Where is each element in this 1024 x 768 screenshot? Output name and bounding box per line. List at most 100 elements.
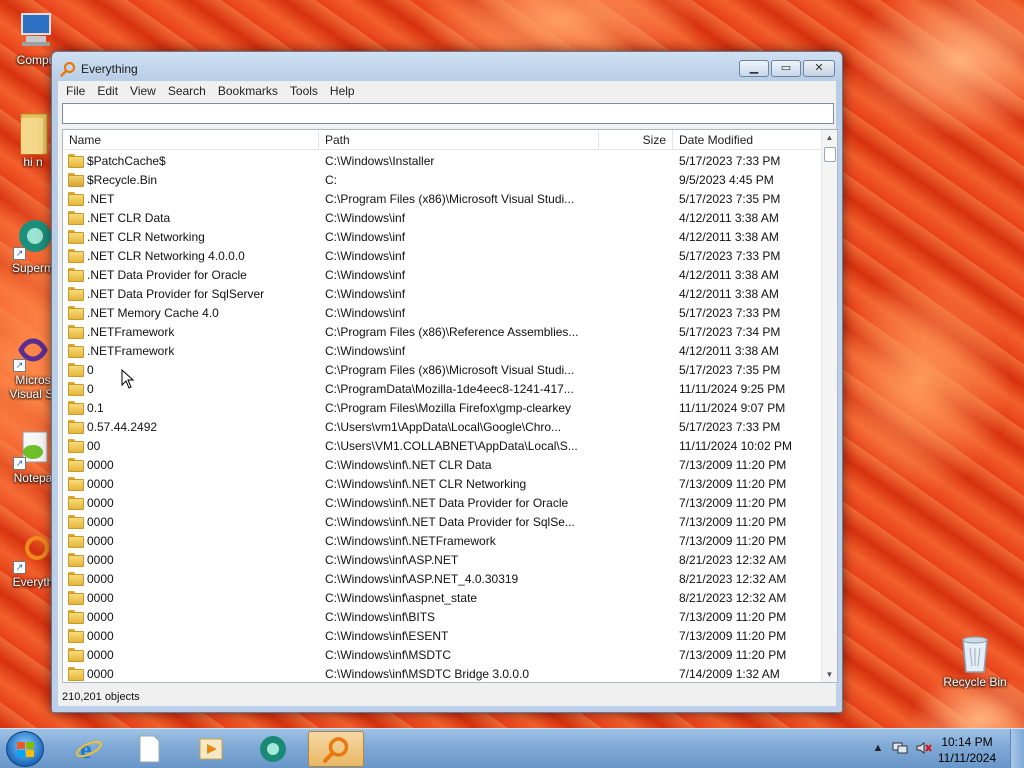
scroll-up-icon[interactable]: ▲: [822, 130, 837, 145]
menu-help[interactable]: Help: [324, 81, 361, 101]
column-header-name[interactable]: Name: [63, 130, 319, 150]
table-row[interactable]: .NET CLR Networking C:\Windows\inf 4/12/20…: [63, 227, 823, 246]
cell-date-modified: 4/12/2011 3:38 AM: [679, 267, 779, 282]
column-header-size[interactable]: Size: [599, 130, 673, 150]
clock-time: 10:14 PM: [941, 735, 993, 749]
file-name: .NETFramework: [87, 324, 175, 339]
cell-name: 0: [63, 363, 319, 377]
table-row[interactable]: 0000 C:\Windows\inf\aspnet_state 8/21/2023…: [63, 588, 823, 607]
vertical-scrollbar[interactable]: ▲ ▼: [821, 130, 837, 682]
table-row[interactable]: .NET Data Provider for SqlServer C:\Windo…: [63, 284, 823, 303]
desktop-icon-recycle-bin[interactable]: Recycle Bin: [940, 632, 1010, 689]
table-row[interactable]: 0 C:\Program Files (x86)\Microsoft Visual…: [63, 360, 823, 379]
show-desktop-button[interactable]: [1010, 729, 1024, 768]
cell-name: .NET: [63, 192, 319, 206]
menu-search[interactable]: Search: [162, 81, 212, 101]
desktop-icon-label: Recycle Bin: [943, 675, 1007, 689]
media-player-icon: [199, 738, 223, 760]
table-row[interactable]: $PatchCache$ C:\Windows\Installer 5/17/202…: [63, 151, 823, 170]
cell-path: C:\Windows\inf\aspnet_state: [325, 590, 478, 605]
cell-path: C:\Users\VM1.COLLABNET\AppData\Local\S..…: [325, 438, 578, 453]
file-name: .NET Data Provider for SqlServer: [87, 286, 265, 301]
table-row[interactable]: .NET Memory Cache 4.0 C:\Windows\inf 5/17/…: [63, 303, 823, 322]
table-row[interactable]: 0.57.44.2492 C:\Users\vm1\AppData\Local\G…: [63, 417, 823, 436]
cell-date-modified: 4/12/2011 3:38 AM: [679, 286, 779, 301]
scroll-thumb[interactable]: [824, 147, 836, 162]
cell-path: C:\Windows\inf\.NET Data Provider for Sq…: [325, 514, 575, 529]
folder-icon: [13, 112, 53, 155]
table-row[interactable]: 0000 C:\Windows\inf\.NET CLR Data 7/13/200…: [63, 455, 823, 474]
cell-path: C:\Windows\inf: [325, 229, 406, 244]
table-row[interactable]: .NETFramework C:\Windows\inf 4/12/2011 3:3…: [63, 341, 823, 360]
table-row[interactable]: 0000 C:\Windows\inf\MSDTC 7/13/2009 11:20 …: [63, 645, 823, 664]
close-button[interactable]: ✕: [803, 60, 835, 77]
table-row[interactable]: 0000 C:\Windows\inf\ESENT 7/13/2009 11:20 …: [63, 626, 823, 645]
shortcut-arrow-icon: ↗: [13, 561, 26, 574]
table-row[interactable]: .NET C:\Program Files (x86)\Microsoft Vis…: [63, 189, 823, 208]
maximize-button[interactable]: ▭: [771, 60, 801, 77]
taskbar-everything[interactable]: [308, 731, 364, 767]
cell-path: C:\Windows\inf: [325, 305, 406, 320]
table-row[interactable]: 0000 C:\Windows\inf\BITS 7/13/2009 11:20 P…: [63, 607, 823, 626]
show-hidden-icons-icon[interactable]: ▲: [870, 742, 886, 756]
table-row[interactable]: 0000 C:\Windows\inf\.NET Data Provider fo…: [63, 512, 823, 531]
cell-date-modified: 5/17/2023 7:33 PM: [679, 305, 781, 320]
menu-file[interactable]: File: [60, 81, 91, 101]
start-button[interactable]: [6, 731, 44, 767]
table-row[interactable]: .NET CLR Data C:\Windows\inf 4/12/2011 3:3…: [63, 208, 823, 227]
minimize-button[interactable]: ▁: [739, 60, 769, 77]
result-rows: $PatchCache$ C:\Windows\Installer 5/17/202…: [63, 151, 823, 682]
folder-icon: [67, 211, 84, 225]
network-icon[interactable]: [892, 741, 908, 755]
menu-edit[interactable]: Edit: [91, 81, 124, 101]
taskbar-internet-explorer[interactable]: e: [62, 731, 118, 767]
shortcut-arrow-icon: ↗: [13, 359, 26, 372]
cell-name: $PatchCache$: [63, 154, 319, 168]
table-row[interactable]: 0000 C:\Windows\inf\.NETFramework 7/13/200…: [63, 531, 823, 550]
table-row[interactable]: .NETFramework C:\Program Files (x86)\Refe…: [63, 322, 823, 341]
table-row[interactable]: .NET CLR Networking 4.0.0.0 C:\Windows\in…: [63, 246, 823, 265]
folder-icon: [67, 439, 84, 453]
cell-date-modified: 11/11/2024 9:07 PM: [679, 400, 786, 415]
table-row[interactable]: 00 C:\Users\VM1.COLLABNET\AppData\Local\S…: [63, 436, 823, 455]
column-header-path[interactable]: Path: [319, 130, 599, 150]
table-row[interactable]: 0.1 C:\Program Files\Mozilla Firefox\gmp-…: [63, 398, 823, 417]
cell-path: C:\Windows\inf: [325, 343, 406, 358]
menu-bookmarks[interactable]: Bookmarks: [212, 81, 284, 101]
title-bar[interactable]: Everything ▁ ▭ ✕: [52, 52, 842, 82]
cell-path: C:\Windows\inf\.NETFramework: [325, 533, 496, 548]
cell-path: C:\Windows\inf: [325, 210, 406, 225]
cell-path: C:\Windows\inf\.NET CLR Networking: [325, 476, 527, 491]
taskbar-media-player[interactable]: [184, 731, 240, 767]
column-header-date-modified[interactable]: Date Modified: [673, 130, 823, 150]
cell-date-modified: 11/11/2024 10:02 PM: [679, 438, 792, 453]
cell-name: 0.1: [63, 401, 319, 415]
table-row[interactable]: $Recycle.Bin C: 9/5/2023 4:45 PM: [63, 170, 823, 189]
file-name: 0: [87, 362, 94, 377]
menu-tools[interactable]: Tools: [284, 81, 324, 101]
table-row[interactable]: .NET Data Provider for Oracle C:\Windows\…: [63, 265, 823, 284]
cell-date-modified: 7/13/2009 11:20 PM: [679, 609, 787, 624]
windows-logo-icon: [17, 742, 34, 757]
scroll-down-icon[interactable]: ▼: [822, 667, 837, 682]
results-list[interactable]: Name Path Size Date Modified $PatchCache…: [62, 129, 838, 683]
volume-muted-icon[interactable]: [916, 741, 932, 755]
table-row[interactable]: 0000 C:\Windows\inf\.NET Data Provider fo…: [63, 493, 823, 512]
file-name: .NET CLR Networking 4.0.0.0: [87, 248, 245, 263]
cell-date-modified: 5/17/2023 7:35 PM: [679, 191, 781, 206]
table-row[interactable]: 0000 C:\Windows\inf\MSDTC Bridge 3.0.0.0 7…: [63, 664, 823, 682]
everything-app-icon: [60, 61, 76, 77]
table-row[interactable]: 0000 C:\Windows\inf\ASP.NET 8/21/2023 12:3…: [63, 550, 823, 569]
clock[interactable]: 10:14 PM 11/11/2024: [932, 734, 1002, 766]
table-row[interactable]: 0000 C:\Windows\inf\.NET CLR Networking 7/…: [63, 474, 823, 493]
maximize-icon: ▭: [780, 62, 792, 74]
menu-view[interactable]: View: [124, 81, 162, 101]
table-row[interactable]: 0000 C:\Windows\inf\ASP.NET_4.0.30319 8/21…: [63, 569, 823, 588]
taskbar-notepad[interactable]: [122, 731, 178, 767]
table-row[interactable]: 0 C:\ProgramData\Mozilla-1de4eec8-1241-41…: [63, 379, 823, 398]
search-input[interactable]: [62, 103, 834, 124]
cell-name: 0000: [63, 515, 319, 529]
taskbar-supermium[interactable]: [246, 731, 302, 767]
folder-icon: [67, 344, 84, 358]
cell-path: C:\Windows\inf\ASP.NET_4.0.30319: [325, 571, 519, 586]
